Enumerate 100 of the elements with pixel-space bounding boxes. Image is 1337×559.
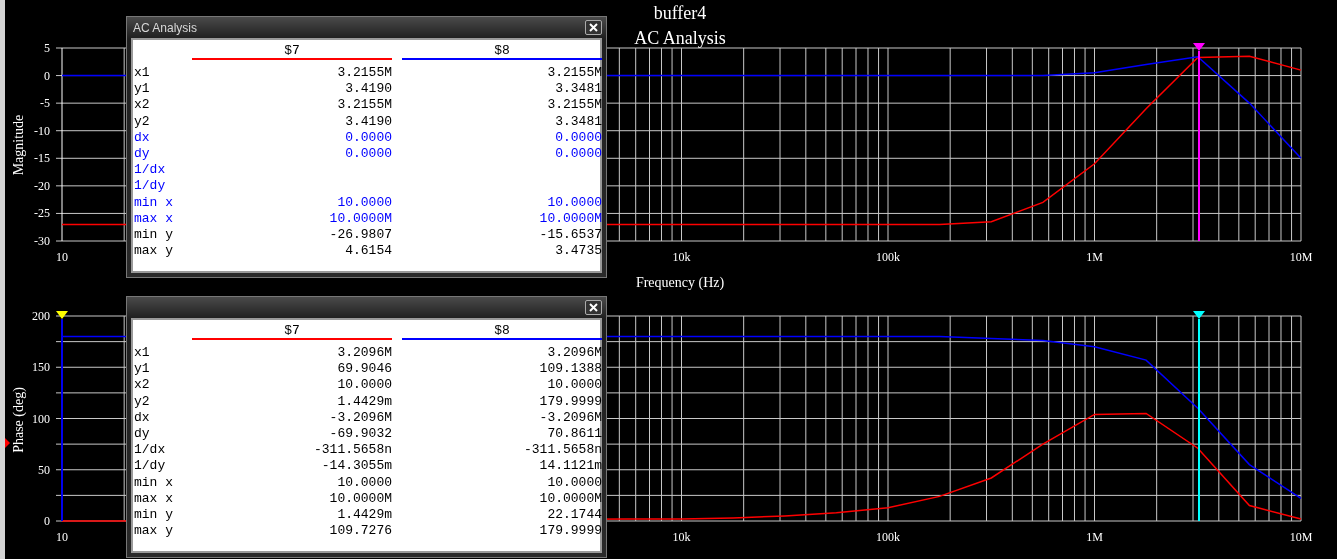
table-cell-text: 179.9999: [538, 523, 602, 540]
table-cell-text: 10.0000: [546, 474, 602, 491]
close-button[interactable]: [585, 300, 602, 315]
row-label: dy: [134, 426, 151, 443]
marker-icon: [5, 438, 10, 448]
table-cell-text: 10.0000M: [538, 490, 602, 508]
row-label: min x: [134, 194, 174, 211]
table-cell-text: 3.2096M: [546, 345, 602, 362]
tick-label: 10k: [672, 530, 691, 544]
table-cell-text: 1.4429m: [336, 393, 392, 410]
tick-label: 100k: [876, 530, 900, 544]
tick-label: 5: [44, 41, 50, 55]
table-cell-text: 3.4190: [344, 81, 392, 98]
column-header: $7: [192, 43, 392, 60]
cursor-handle-icon[interactable]: [56, 311, 68, 319]
row-label: x2: [134, 97, 151, 114]
tick-label: 50: [38, 462, 50, 477]
table-cell-text: -3.2096M: [328, 409, 392, 426]
cursor-handle-icon[interactable]: [1193, 43, 1205, 51]
row-label: y2: [134, 113, 151, 130]
table-cell-text: 0.0000: [554, 146, 602, 163]
plot-subtitle: AC Analysis: [634, 28, 726, 48]
row-label: min y: [134, 507, 174, 524]
axis-title: Phase (deg): [11, 387, 26, 453]
table-cell-text: 179.9999: [538, 393, 602, 410]
close-button[interactable]: [585, 20, 602, 35]
tick-label: 0: [44, 68, 50, 83]
table-cell-text: -26.9807: [328, 227, 392, 244]
table-cell-text: 70.8611: [546, 426, 602, 443]
table-cell-text: 3.2096M: [336, 345, 392, 362]
table-cell-text: 10.0000: [336, 194, 392, 211]
row-label: x1: [134, 65, 151, 82]
table-cell-text: 10.0000M: [328, 210, 392, 228]
table-cell-text: 0.0000: [344, 129, 392, 146]
tick-label: 10M: [1289, 250, 1313, 264]
close-icon: [589, 303, 598, 312]
tick-label: 0: [44, 514, 50, 528]
row-label: dx: [134, 409, 151, 426]
table-cell-text: 10.0000: [546, 194, 602, 211]
window-title: AC Analysis: [132, 19, 198, 37]
cursor-handle-icon[interactable]: [1193, 311, 1205, 319]
tick-label: 100: [32, 411, 50, 426]
tick-label: 10: [56, 530, 68, 544]
table-cell-text: -311.5658n: [523, 442, 602, 459]
axis-title: Magnitude: [11, 114, 26, 176]
close-icon: [589, 23, 598, 32]
table-cell-text: -311.5658n: [313, 442, 392, 459]
row-label: x2: [134, 377, 151, 394]
row-label: y2: [134, 393, 151, 410]
tick-label: -15: [34, 151, 50, 166]
tick-label: -30: [34, 234, 50, 248]
tick-label: -5: [40, 96, 50, 111]
row-label: y1: [134, 361, 151, 378]
table-cell-text: 109.7276: [328, 523, 392, 540]
table-cell-text: 3.4735: [554, 243, 602, 260]
table-cell-text: 10.0000M: [538, 210, 602, 228]
table-cell-text: -3.2096M: [538, 409, 602, 426]
table-cell-text: 1.4429m: [336, 507, 392, 524]
row-label: x1: [134, 345, 151, 362]
table-cell-text: 0.0000: [554, 129, 602, 146]
row-label: y1: [134, 81, 151, 98]
tick-label: -10: [34, 123, 50, 138]
table-cell-text: 10.0000M: [328, 490, 392, 508]
row-label: dy: [134, 146, 151, 163]
row-label: max x: [134, 210, 174, 228]
tick-label: 1M: [1086, 530, 1103, 544]
tick-label: 10k: [672, 250, 691, 264]
row-label: 1/dy: [134, 458, 167, 475]
tick-label: -25: [34, 206, 50, 221]
table-cell-text: -14.3055m: [320, 458, 392, 475]
row-label: dx: [134, 129, 151, 146]
table-cell-text: 3.2155M: [336, 97, 392, 114]
table-cell-text: 3.2155M: [546, 65, 602, 82]
table-cell-text: 3.3481: [554, 113, 602, 130]
table-cell-text: 69.9046: [336, 361, 392, 378]
table-cell-text: 10.0000: [336, 474, 392, 491]
row-label: max y: [134, 523, 174, 540]
row-label: max y: [134, 243, 174, 260]
table-cell-text: 109.1388: [538, 361, 602, 378]
column-header: $8: [402, 323, 602, 340]
tick-label: 1M: [1086, 250, 1103, 264]
table-cell-text: 3.2155M: [336, 65, 392, 82]
tick-label: 10M: [1289, 530, 1313, 544]
axis-title: Frequency (Hz): [635, 275, 725, 290]
row-label: min x: [134, 474, 174, 491]
table-cell-text: 10.0000: [546, 377, 602, 394]
table-cell-text: 3.2155M: [546, 97, 602, 114]
table-cell-text: -69.9032: [328, 426, 392, 443]
table-cell-text: 22.1744: [546, 507, 602, 524]
tick-label: 200: [32, 309, 50, 323]
tick-label: 100k: [876, 250, 900, 264]
row-label: 1/dx: [134, 442, 167, 459]
column-header: $8: [402, 43, 602, 60]
row-label: 1/dy: [134, 178, 167, 195]
table-cell-text: -15.6537: [538, 227, 602, 244]
row-label: 1/dx: [134, 162, 167, 179]
column-header: $7: [192, 323, 392, 340]
table-cell-text: 0.0000: [344, 146, 392, 163]
table-cell-text: 3.4190: [344, 113, 392, 130]
row-label: max x: [134, 490, 174, 508]
